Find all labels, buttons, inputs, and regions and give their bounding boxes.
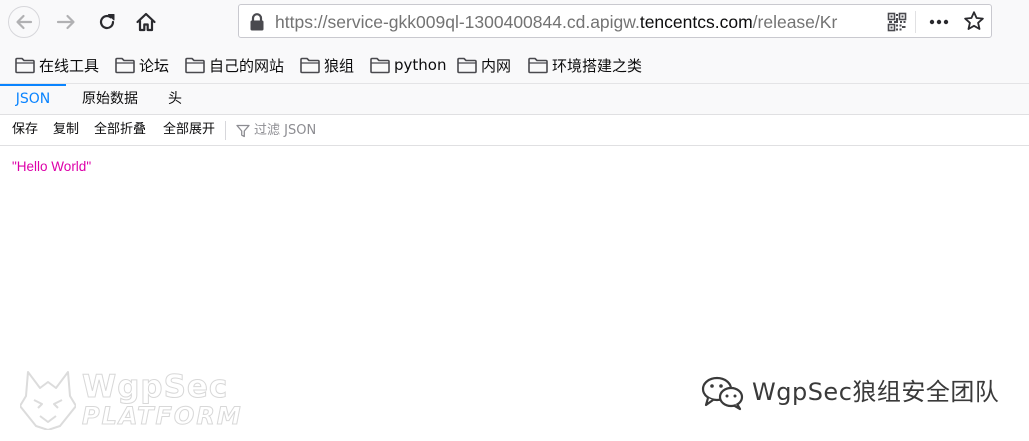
expand-all-button[interactable]: 全部展开 — [163, 121, 215, 139]
back-button[interactable] — [8, 6, 40, 38]
bookmark-folder-env-setup[interactable]: 环境搭建之类 — [528, 55, 642, 75]
url-bar-divider — [915, 11, 916, 33]
wgpsec-platform-watermark: WgpSec PLATFORM — [20, 366, 241, 432]
filter-json-input[interactable] — [252, 120, 416, 140]
tab-raw-data[interactable]: 原始数据 — [72, 84, 148, 114]
bookmarks-toolbar: 在线工具 论坛 自己的网站 狼组 python 内网 环境搭建之类 — [0, 44, 1029, 84]
json-viewer-tabs: JSON 原始数据 头 — [0, 84, 1029, 115]
qr-code-icon[interactable] — [887, 12, 907, 32]
url-text[interactable]: https://service-gkk009ql-1300400844.cd.a… — [275, 12, 883, 32]
watermark-title: WgpSec — [81, 369, 229, 405]
bookmark-folder-python[interactable]: python — [370, 55, 446, 75]
bookmark-label: 在线工具 — [39, 56, 100, 75]
folder-icon — [185, 57, 205, 73]
wolf-logo-icon — [20, 371, 76, 430]
folder-icon — [370, 57, 390, 73]
wechat-account-watermark: WgpSec狼组安全团队 — [700, 373, 1020, 413]
url-prefix: https://service-gkk009ql-1300400844.cd.a… — [275, 12, 640, 32]
folder-icon — [115, 57, 135, 73]
filter-icon — [236, 124, 250, 138]
collapse-all-button[interactable]: 全部折叠 — [94, 121, 146, 139]
watermark-account-name: WgpSec狼组安全团队 — [752, 378, 1000, 406]
bookmark-star-icon[interactable] — [963, 10, 985, 32]
arrow-left-icon — [16, 14, 33, 30]
folder-icon — [457, 57, 477, 73]
lock-icon[interactable] — [248, 12, 266, 32]
forward-button[interactable] — [50, 6, 82, 38]
reload-icon — [99, 14, 115, 30]
json-viewer-toolbar: 保存 复制 全部折叠 全部展开 — [0, 115, 1029, 146]
bookmark-folder-intranet[interactable]: 内网 — [457, 55, 511, 75]
url-host: tencentcs.com — [639, 12, 753, 32]
folder-icon — [528, 57, 548, 73]
watermark-subtitle: PLATFORM — [82, 402, 243, 431]
more-actions-icon[interactable] — [929, 13, 949, 31]
bookmark-label: 环境搭建之类 — [552, 56, 643, 75]
wechat-icon — [701, 376, 744, 411]
bookmark-label: python — [394, 56, 447, 74]
folder-icon — [15, 57, 35, 73]
bookmark-label: 论坛 — [139, 56, 170, 75]
bookmark-folder-wolf-group[interactable]: 狼组 — [300, 55, 354, 75]
url-bar[interactable]: https://service-gkk009ql-1300400844.cd.a… — [238, 4, 992, 38]
arrow-right-icon — [56, 14, 75, 30]
navigation-toolbar: https://service-gkk009ql-1300400844.cd.a… — [0, 0, 1029, 44]
reload-button[interactable] — [91, 6, 123, 38]
bookmark-label: 狼组 — [324, 56, 355, 75]
copy-button[interactable]: 复制 — [53, 121, 79, 139]
tab-headers[interactable]: 头 — [160, 84, 190, 114]
home-icon — [136, 12, 156, 32]
url-suffix: /release/Kr — [752, 12, 838, 32]
json-string-value: "Hello World" — [12, 159, 92, 174]
bookmark-folder-online-tools[interactable]: 在线工具 — [15, 55, 99, 75]
folder-icon — [300, 57, 320, 73]
home-button[interactable] — [130, 6, 162, 38]
save-button[interactable]: 保存 — [12, 121, 38, 139]
bookmark-folder-own-sites[interactable]: 自己的网站 — [185, 55, 284, 75]
bookmark-folder-forum[interactable]: 论坛 — [115, 55, 169, 75]
toolbar-divider — [225, 121, 226, 140]
tab-json[interactable]: JSON — [0, 84, 66, 114]
bookmark-label: 内网 — [481, 56, 512, 75]
bookmark-label: 自己的网站 — [209, 56, 285, 75]
